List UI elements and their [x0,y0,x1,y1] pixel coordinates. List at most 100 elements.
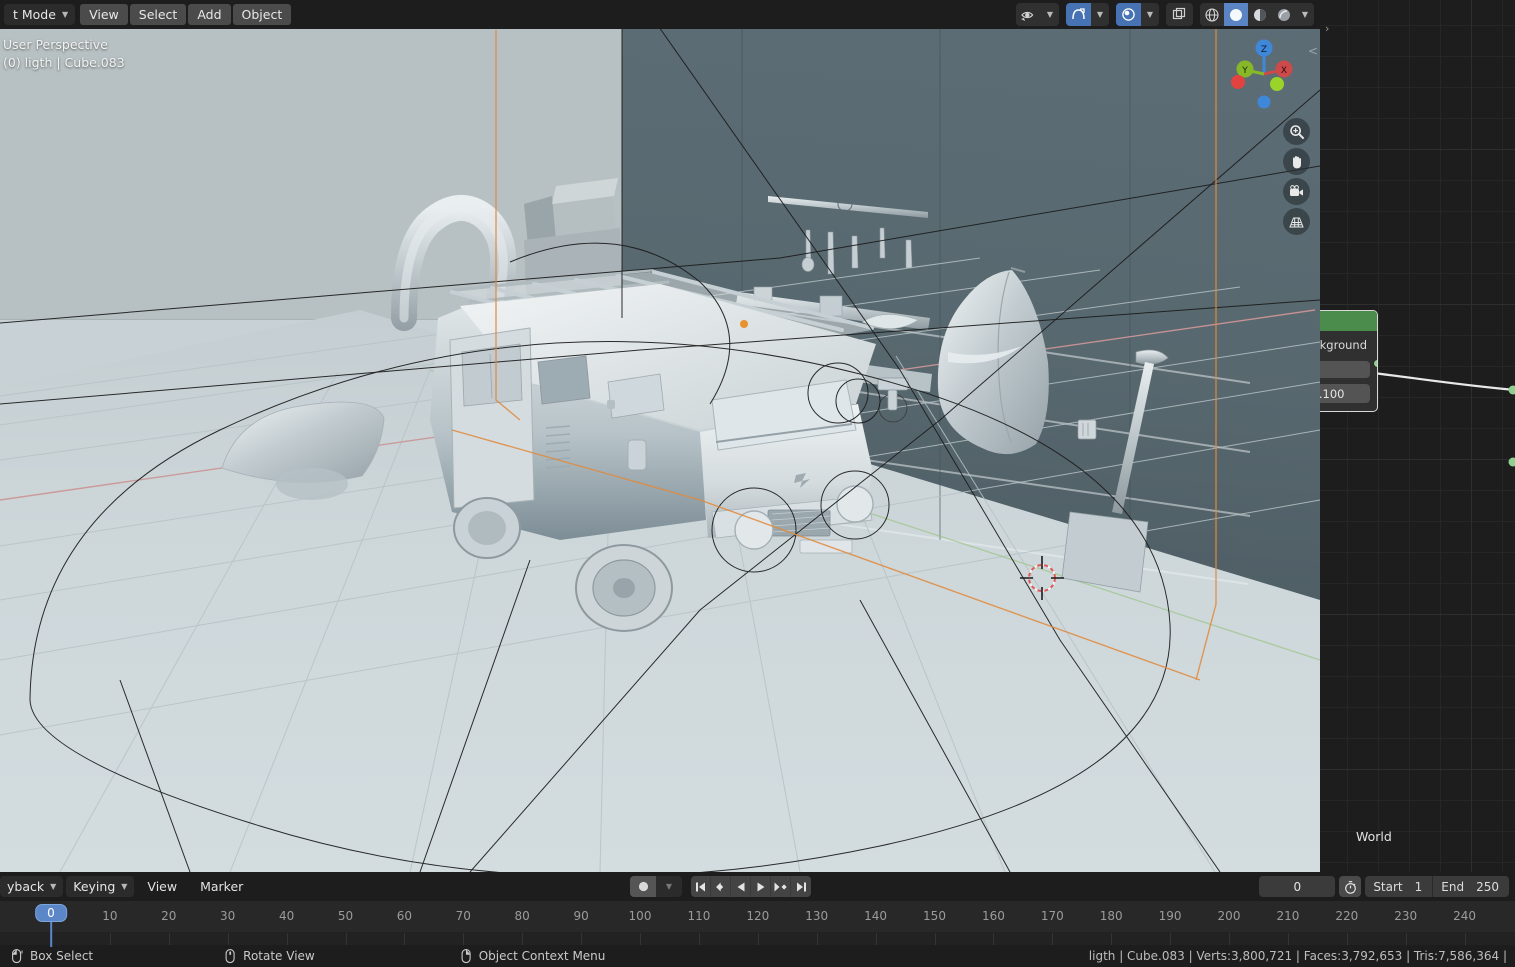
shader-node-editor[interactable]: kground 0.100 › World [1320,0,1515,872]
timeline-tick-mark [463,933,465,945]
gizmo-axis-x-label: X [1281,66,1287,76]
timeline-tick-label: 160 [981,909,1005,923]
timeline-tick-mark [1464,933,1466,945]
node-tree-label: World [1356,829,1392,844]
node-header[interactable] [1320,311,1377,331]
timeline-editor[interactable]: yback ▼ Keying ▼ View Marker ▼ 0 Start 1… [0,872,1515,947]
status-label: Rotate View [243,949,315,963]
menu-add[interactable]: Add [188,4,231,25]
timeline-tick-label: 240 [1453,909,1477,923]
menu-select[interactable]: Select [129,4,187,25]
proportional-editing-icon[interactable] [1116,3,1141,26]
chevron-down-icon: ▼ [121,882,128,891]
timeline-tick-mark [286,933,288,945]
node-editor-expand-arrow[interactable]: › [1325,22,1329,35]
prev-keyframe-icon[interactable] [711,876,731,897]
play-icon[interactable] [751,876,771,897]
timeline-tick-label: 70 [455,909,471,923]
node-body: kground 0.100 [1320,331,1377,411]
visibility-chevron-down-icon[interactable]: ▼ [1041,3,1059,26]
proportional-editing-selector[interactable]: ▼ [1116,3,1159,26]
scene-geometry [0,0,1320,872]
toggle-xray-icon[interactable] [1166,3,1193,26]
perspective-toggle-icon[interactable] [1283,208,1310,235]
viewport-perspective-label: User Perspective [3,37,108,52]
proportional-chevron-down-icon[interactable]: ▼ [1141,3,1159,26]
timeline-tick-label: 40 [278,909,295,923]
jump-to-end-icon[interactable] [791,876,811,897]
node-strength-value[interactable]: 0.100 [1320,384,1370,403]
timeline-tick-label: 100 [628,909,652,923]
keying-dropdown[interactable]: Keying ▼ [66,876,135,897]
frame-start-end[interactable]: Start 1 End 250 [1365,876,1509,897]
timeline-tick-label: 30 [220,909,236,923]
playback-buttons[interactable] [691,876,811,897]
mouse-right-icon [461,948,471,963]
viewport-sidebar-toggle[interactable]: < [1308,44,1318,58]
end-label: End [1433,876,1473,897]
navigation-gizmo[interactable]: Z X Y [1224,32,1304,112]
shading-solid-icon[interactable] [1224,3,1248,26]
timeline-ruler[interactable]: 0 10 20 30 40 50 60 70 80 90 100 110 120 130 140 150 160… [0,901,1515,947]
stopwatch-icon[interactable] [1339,876,1362,897]
object-visibility-icon[interactable] [1016,3,1041,26]
3d-viewport[interactable]: t Mode ▼ View Select Add Object ▼ ▼ ▼ ▼ … [0,0,1320,872]
viewport-shading-selector[interactable]: ▼ [1200,3,1314,26]
timeline-playhead[interactable]: 0 [35,904,67,947]
current-frame-field[interactable]: 0 [1259,876,1336,897]
viewport-nav-tools[interactable] [1283,118,1310,235]
gizmo-axis-z-label: Z [1261,45,1267,55]
viewport-header-right[interactable]: ▼ ▼ ▼ ▼ [1016,3,1314,26]
next-keyframe-icon[interactable] [771,876,791,897]
timeline-menu-view[interactable]: View [137,876,187,897]
play-reverse-icon[interactable] [731,876,751,897]
camera-view-icon[interactable] [1283,178,1310,205]
end-value[interactable]: 250 [1472,876,1509,897]
timeline-tick-label: 150 [923,909,946,923]
shading-rendered-icon[interactable] [1272,3,1296,26]
auto-keying-group[interactable]: ▼ [630,876,682,897]
status-bar: Box Select Rotate View Object Context Me… [0,945,1515,967]
playback-dropdown[interactable]: yback ▼ [0,876,64,897]
snap-selector[interactable]: ▼ [1066,3,1109,26]
node-color-field[interactable] [1320,361,1370,378]
background-node[interactable]: kground 0.100 [1320,310,1378,412]
viewport-header[interactable]: t Mode ▼ View Select Add Object ▼ ▼ ▼ ▼ [0,0,1320,29]
timeline-tick-mark [404,933,406,945]
timeline-tick-mark [757,933,759,945]
gizmo-axis-y-label: Y [1241,66,1248,76]
interaction-mode-dropdown[interactable]: t Mode ▼ [4,4,76,25]
pan-hand-icon[interactable] [1283,148,1310,175]
timeline-tick-mark [109,933,111,945]
transport-controls[interactable]: ▼ [630,876,811,897]
start-value[interactable]: 1 [1410,876,1433,897]
timeline-tick-label: 50 [337,909,354,923]
timeline-tick-label: 60 [396,909,413,923]
node-output-socket-label: kground [1320,338,1367,352]
viewport-menu-bar[interactable]: View Select Add Object [80,4,292,25]
timeline-tick-mark [168,933,170,945]
record-icon[interactable] [630,876,656,897]
visibility-selector[interactable]: ▼ [1016,3,1059,26]
mode-label: t Mode [13,7,56,22]
timeline-header[interactable]: yback ▼ Keying ▼ View Marker ▼ 0 Start 1… [0,872,1515,901]
node-output-socket[interactable] [1373,359,1377,368]
shading-chevron-down-icon[interactable]: ▼ [1296,3,1314,26]
timeline-tick-label: 120 [746,909,770,923]
shading-wireframe-icon[interactable] [1200,3,1224,26]
snap-magnet-icon[interactable] [1066,3,1091,26]
status-hint-rotate-view: Rotate View [225,948,315,964]
menu-view[interactable]: View [80,4,128,25]
blender-window: t Mode ▼ View Select Add Object ▼ ▼ ▼ ▼ … [0,0,1515,967]
frame-range-controls[interactable]: 0 Start 1 End 250 [1259,876,1509,897]
snap-chevron-down-icon[interactable]: ▼ [1091,3,1109,26]
jump-to-start-icon[interactable] [691,876,711,897]
zoom-icon[interactable] [1283,118,1310,145]
menu-object[interactable]: Object [232,4,292,25]
timeline-tick-label: 210 [1276,909,1300,923]
shading-material-preview-icon[interactable] [1248,3,1272,26]
timeline-menu-marker[interactable]: Marker [190,876,253,897]
record-chevron-down-icon[interactable]: ▼ [656,876,682,897]
timeline-tick-mark [816,933,818,945]
status-label: Box Select [30,949,94,963]
